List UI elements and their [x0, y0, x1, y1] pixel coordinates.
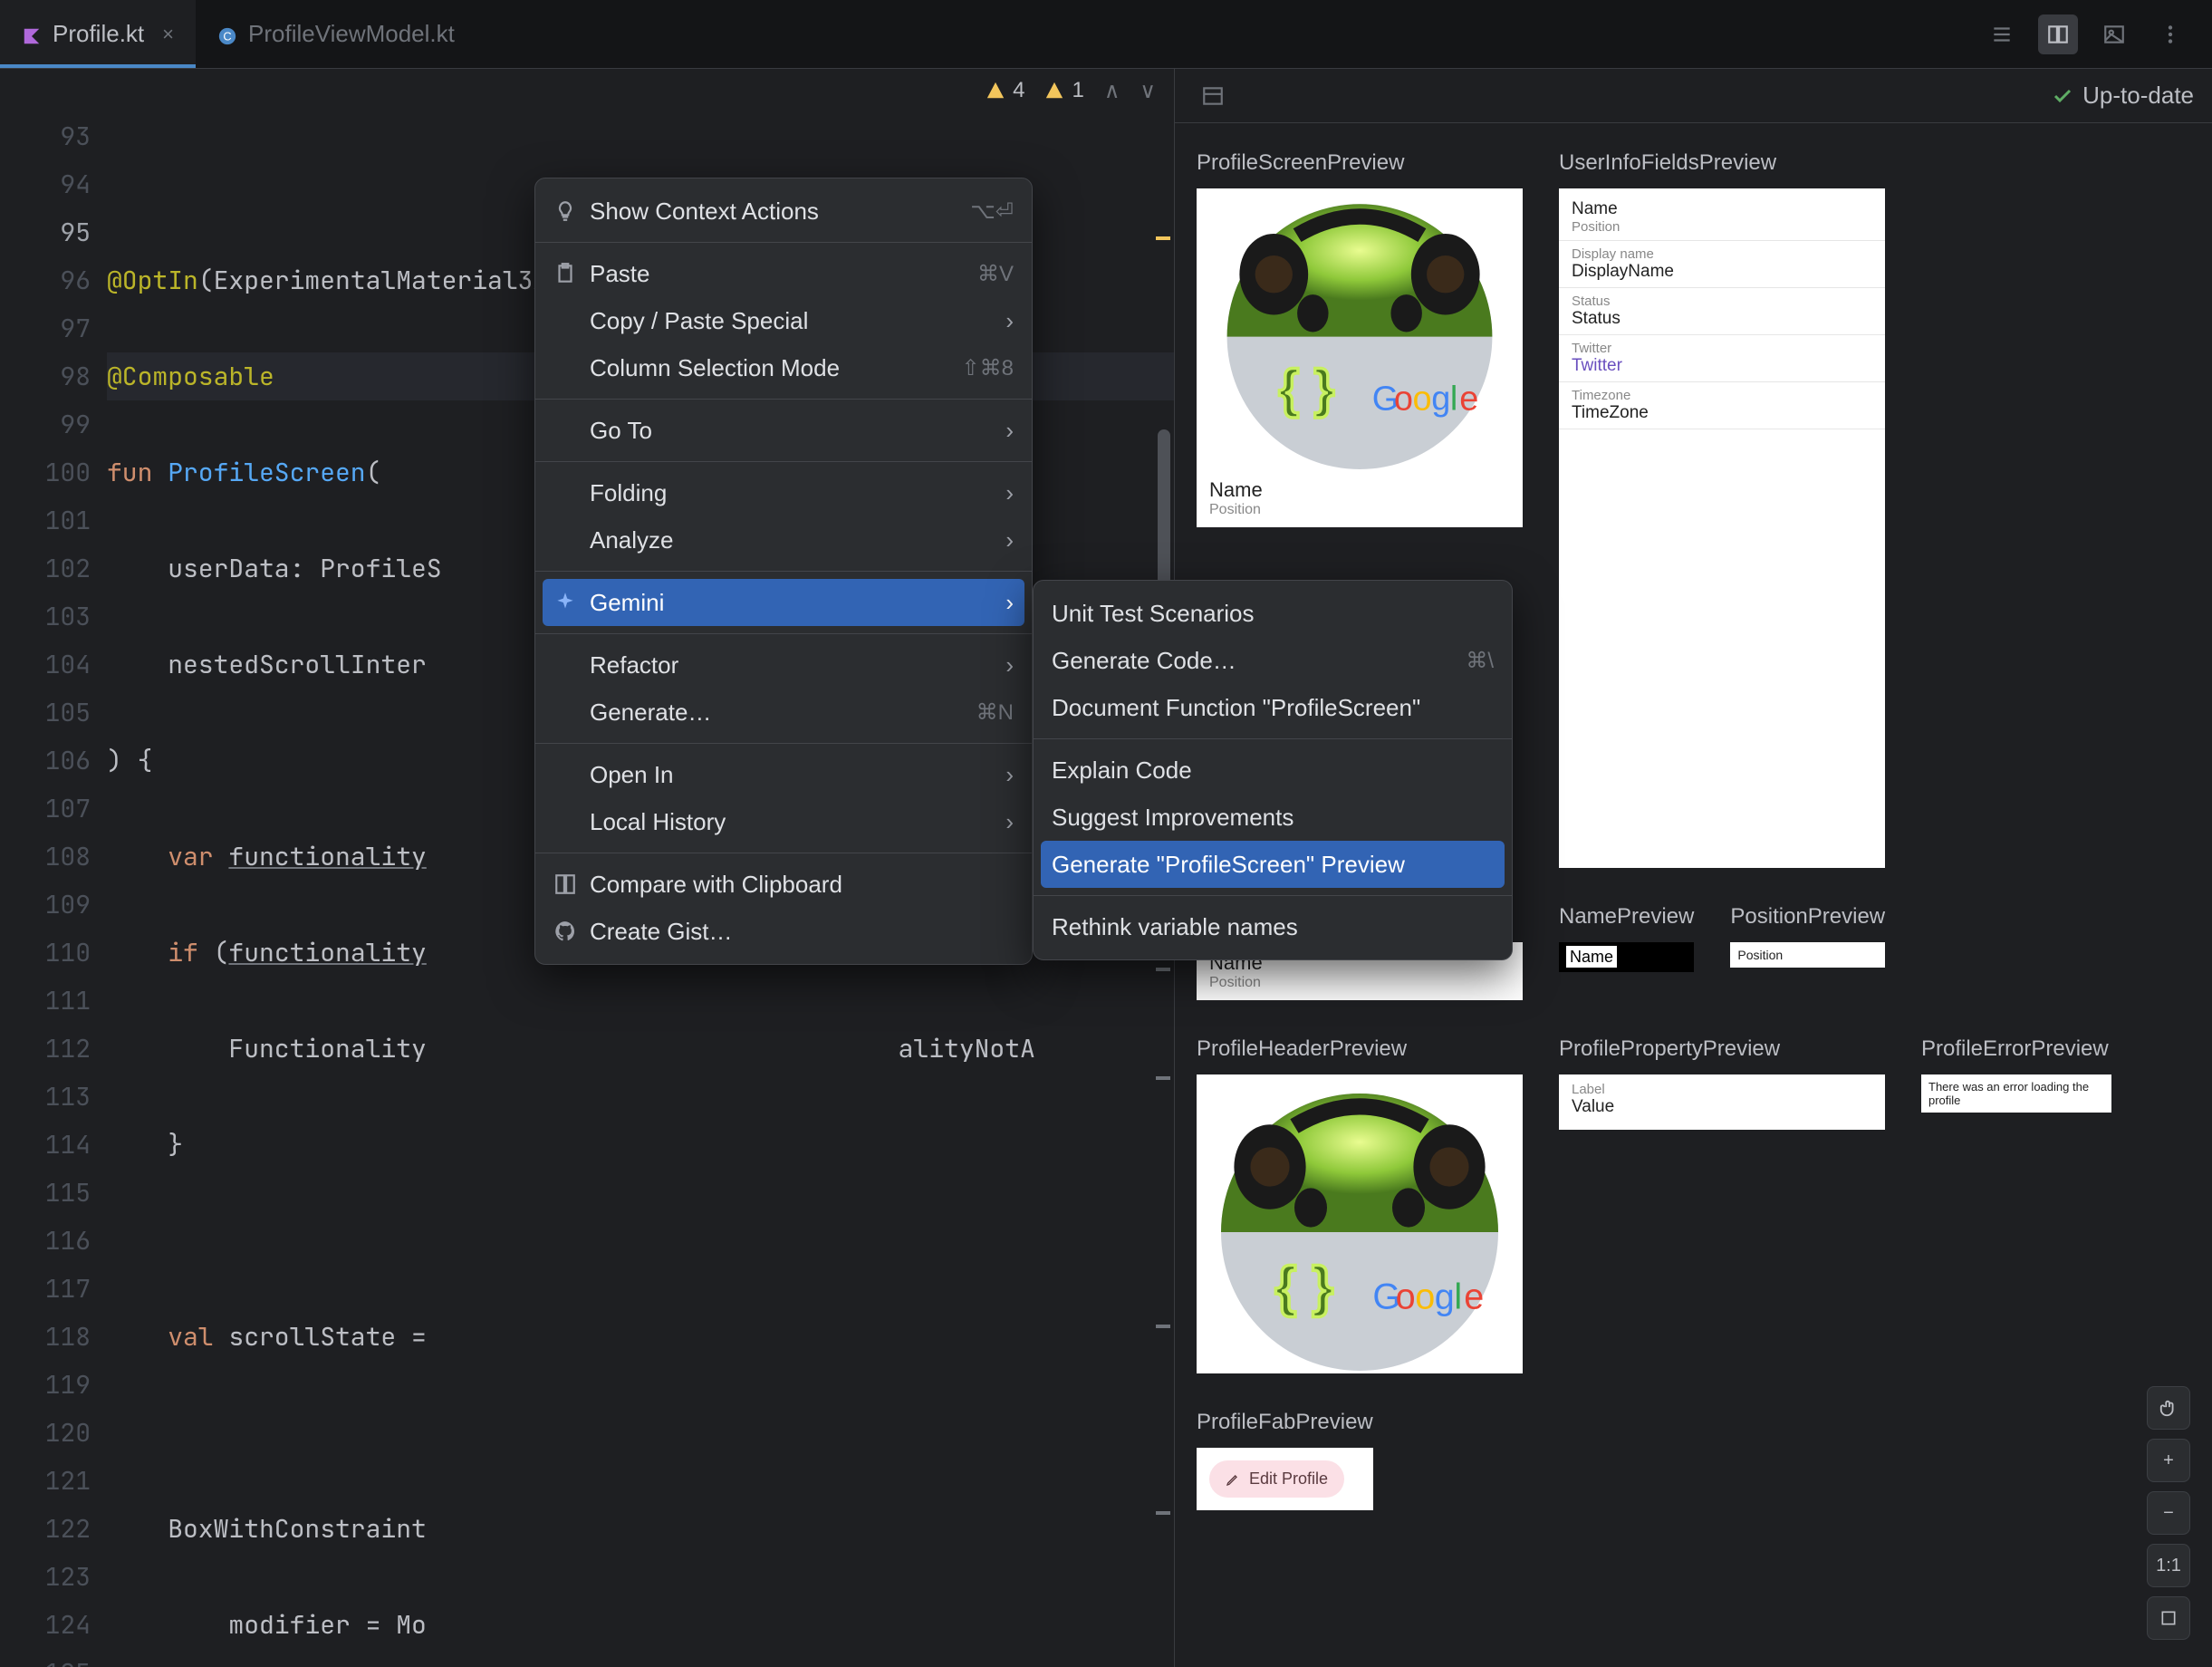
- split-view-icon[interactable]: [2038, 14, 2078, 54]
- svg-text:o: o: [1413, 381, 1432, 419]
- chevron-right-icon: ›: [1005, 307, 1014, 335]
- menu-folding[interactable]: Folding ›: [535, 469, 1032, 516]
- chevron-right-icon: ›: [1005, 651, 1014, 679]
- prev-highlight-icon[interactable]: ∧: [1104, 78, 1120, 104]
- edit-profile-fab: Edit Profile: [1209, 1460, 1344, 1498]
- editor-inspections-bar: 4 1 ∧ ∨: [0, 69, 1174, 112]
- build-status: Up-to-date: [2052, 82, 2194, 110]
- tab-label: ProfileViewModel.kt: [248, 20, 455, 48]
- menu-paste[interactable]: Paste ⌘V: [535, 250, 1032, 297]
- more-icon[interactable]: [2150, 14, 2190, 54]
- tab-profile-viewmodel-kt[interactable]: C ProfileViewModel.kt: [196, 0, 476, 68]
- gemini-icon: [553, 591, 577, 614]
- list-view-icon[interactable]: [1982, 14, 2022, 54]
- menu-open-in[interactable]: Open In ›: [535, 751, 1032, 798]
- chevron-right-icon: ›: [1005, 808, 1014, 836]
- preview-profile-error[interactable]: ProfileErrorPreview There was an error l…: [1921, 1036, 2111, 1373]
- next-highlight-icon[interactable]: ∨: [1140, 78, 1156, 104]
- menu-go-to[interactable]: Go To ›: [535, 407, 1032, 454]
- svg-text:g: g: [1431, 381, 1450, 419]
- kotlin-file-icon: [22, 24, 42, 44]
- menu-context-actions[interactable]: Show Context Actions ⌥⏎: [535, 188, 1032, 235]
- zoom-in-icon[interactable]: +: [2147, 1439, 2190, 1482]
- menu-refactor[interactable]: Refactor ›: [535, 641, 1032, 689]
- image-view-icon[interactable]: [2094, 14, 2134, 54]
- menu-suggest-improvements[interactable]: Suggest Improvements: [1034, 794, 1512, 841]
- menu-generate[interactable]: Generate… ⌘N: [535, 689, 1032, 736]
- preview-name[interactable]: NamePreview Name: [1559, 904, 1694, 1000]
- warning-count[interactable]: 4: [986, 78, 1024, 103]
- chevron-right-icon: ›: [1005, 417, 1014, 445]
- clipboard-icon: [553, 262, 577, 285]
- svg-text:C: C: [223, 29, 231, 43]
- menu-document-function[interactable]: Document Function "ProfileScreen": [1034, 684, 1512, 731]
- chevron-right-icon: ›: [1005, 526, 1014, 554]
- diff-icon: [553, 872, 577, 896]
- bulb-icon: [553, 199, 577, 223]
- svg-text:e: e: [1464, 1277, 1484, 1317]
- menu-generate-preview[interactable]: Generate "ProfileScreen" Preview: [1041, 841, 1505, 888]
- menu-create-gist[interactable]: Create Gist…: [535, 908, 1032, 955]
- pan-icon[interactable]: [2147, 1386, 2190, 1430]
- svg-text:l: l: [1454, 1277, 1462, 1317]
- svg-text:l: l: [1450, 381, 1457, 419]
- chevron-right-icon: ›: [1005, 761, 1014, 789]
- preview-user-info-fields[interactable]: UserInfoFieldsPreview NamePosition Displ…: [1559, 150, 1885, 868]
- svg-text:o: o: [1396, 1277, 1416, 1317]
- chevron-right-icon: ›: [1005, 479, 1014, 507]
- menu-analyze[interactable]: Analyze ›: [535, 516, 1032, 564]
- preview-profile-fab[interactable]: ProfileFabPreview Edit Profile: [1197, 1410, 1373, 1510]
- svg-text:e: e: [1459, 381, 1478, 419]
- zoom-out-icon[interactable]: −: [2147, 1491, 2190, 1535]
- menu-explain-code[interactable]: Explain Code: [1034, 747, 1512, 794]
- menu-generate-code[interactable]: Generate Code… ⌘\: [1034, 637, 1512, 684]
- line-gutter: 93949596979899 100101102103104105106 107…: [0, 112, 107, 1667]
- tab-label: Profile.kt: [53, 20, 144, 48]
- context-menu: Show Context Actions ⌥⏎ Paste ⌘V Copy / …: [534, 178, 1033, 965]
- svg-text:g: g: [1435, 1277, 1455, 1317]
- zoom-ratio[interactable]: 1:1: [2147, 1544, 2190, 1587]
- menu-unit-test-scenarios[interactable]: Unit Test Scenarios: [1034, 590, 1512, 637]
- weak-warning-count[interactable]: 1: [1044, 78, 1083, 103]
- svg-text:{ }: { }: [1278, 360, 1334, 419]
- preview-profile-property[interactable]: ProfilePropertyPreview Label Value: [1559, 1036, 1885, 1373]
- menu-compare-clipboard[interactable]: Compare with Clipboard: [535, 861, 1032, 908]
- menu-rethink-variable-names[interactable]: Rethink variable names: [1034, 903, 1512, 950]
- github-icon: [553, 920, 577, 943]
- preview-profile-header[interactable]: ProfileHeaderPreview { } G o o g l e: [1197, 1036, 1523, 1373]
- kotlin-class-icon: C: [217, 24, 237, 44]
- svg-text:o: o: [1415, 1277, 1435, 1317]
- gemini-submenu: Unit Test Scenarios Generate Code… ⌘\ Do…: [1033, 580, 1513, 960]
- menu-copy-paste-special[interactable]: Copy / Paste Special ›: [535, 297, 1032, 344]
- menu-local-history[interactable]: Local History ›: [535, 798, 1032, 845]
- tab-profile-kt[interactable]: Profile.kt ×: [0, 0, 196, 68]
- tab-bar-tools: [1982, 0, 2212, 68]
- preview-position[interactable]: PositionPreview Position: [1730, 904, 1885, 1000]
- panel-layout-icon[interactable]: [1193, 76, 1233, 116]
- svg-text:o: o: [1394, 381, 1413, 419]
- chevron-right-icon: ›: [1005, 589, 1014, 617]
- svg-text:{ }: { }: [1274, 1256, 1333, 1317]
- avatar-image: { } G o o g l e: [1197, 188, 1523, 469]
- menu-column-selection[interactable]: Column Selection Mode ⇧⌘8: [535, 344, 1032, 391]
- editor-tab-bar: Profile.kt × C ProfileViewModel.kt: [0, 0, 2212, 69]
- avatar-image: { } G o o g l e: [1197, 1074, 1523, 1373]
- fit-screen-icon[interactable]: [2147, 1596, 2190, 1640]
- menu-gemini[interactable]: Gemini ›: [543, 579, 1024, 626]
- close-icon[interactable]: ×: [162, 23, 174, 46]
- preview-header: Up-to-date: [1175, 69, 2212, 123]
- preview-zoom-controls: + − 1:1: [2147, 1386, 2190, 1640]
